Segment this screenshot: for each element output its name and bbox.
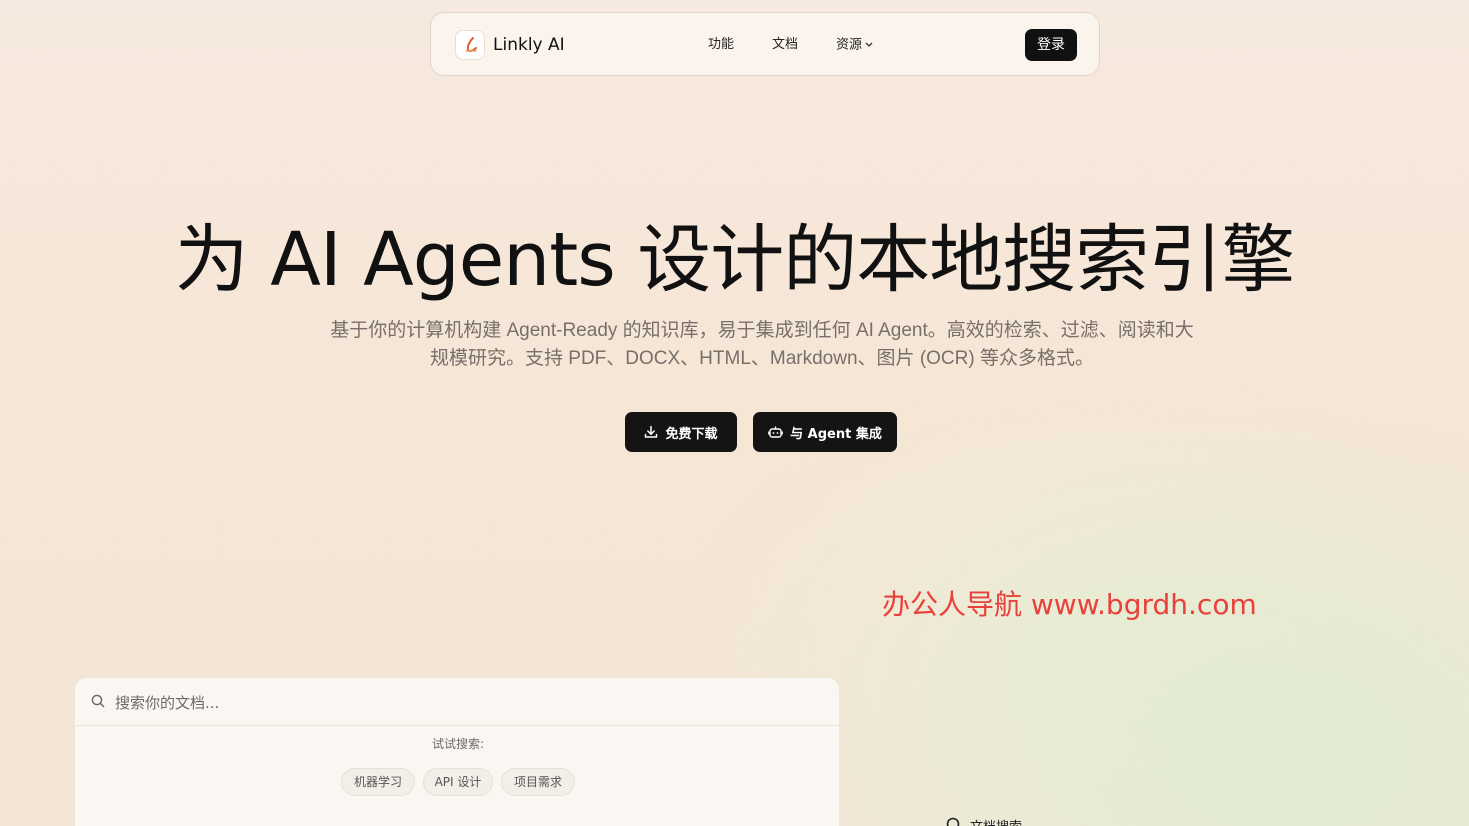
robot-icon xyxy=(768,426,783,438)
search-demo-card: 试试搜索: 机器学习 API 设计 项目需求 xyxy=(74,677,840,826)
nav-link-docs[interactable]: 文档 xyxy=(772,35,798,55)
agent-integration-label: 与 Agent 集成 xyxy=(790,426,882,442)
search-bar xyxy=(75,678,839,726)
try-search-label: 试试搜索: xyxy=(431,737,485,751)
linkly-logo-icon[interactable] xyxy=(455,30,485,60)
hero-subtitle-line-2: 规模研究。支持 PDF、DOCX、HTML、Markdown、图片 (OCR) … xyxy=(430,348,1094,369)
brand-name[interactable]: Linkly AI xyxy=(493,33,565,57)
suggestion-chip-api-design[interactable]: API 设计 xyxy=(423,768,493,796)
search-icon xyxy=(946,817,960,826)
nav-link-features[interactable]: 功能 xyxy=(708,35,734,55)
login-button[interactable]: 登录 xyxy=(1025,29,1077,61)
download-icon xyxy=(645,425,658,438)
agent-integration-button[interactable]: 与 Agent 集成 xyxy=(753,412,897,452)
free-download-button[interactable]: 免费下载 xyxy=(625,412,737,452)
free-download-label: 免费下载 xyxy=(665,426,718,442)
search-icon xyxy=(91,694,105,708)
chevron-down-icon xyxy=(865,35,873,55)
site-watermark: 办公人导航 www.bgrdh.com xyxy=(882,588,1257,621)
nav-link-resources[interactable]: 资源 xyxy=(836,35,873,56)
suggestion-chip-project-requirements[interactable]: 项目需求 xyxy=(501,768,575,796)
hero-subtitle-line-1: 基于你的计算机构建 Agent-Ready 的知识库，易于集成到任何 AI Ag… xyxy=(330,320,1194,341)
feature-document-search: 文档搜索 xyxy=(946,815,1022,826)
hero-subtitle: 基于你的计算机构建 Agent-Ready 的知识库，易于集成到任何 AI Ag… xyxy=(312,317,1212,373)
suggestion-chip-machine-learning[interactable]: 机器学习 xyxy=(341,768,415,796)
document-search-input[interactable] xyxy=(113,689,817,717)
hero-title: 为 AI Agents 设计的本地搜索引擎 xyxy=(174,217,1296,303)
top-navbar: Linkly AI 功能 文档 资源 登录 xyxy=(430,12,1100,76)
feature-document-search-label: 文档搜索 xyxy=(970,816,1022,826)
nav-link-resources-label: 资源 xyxy=(836,37,863,53)
